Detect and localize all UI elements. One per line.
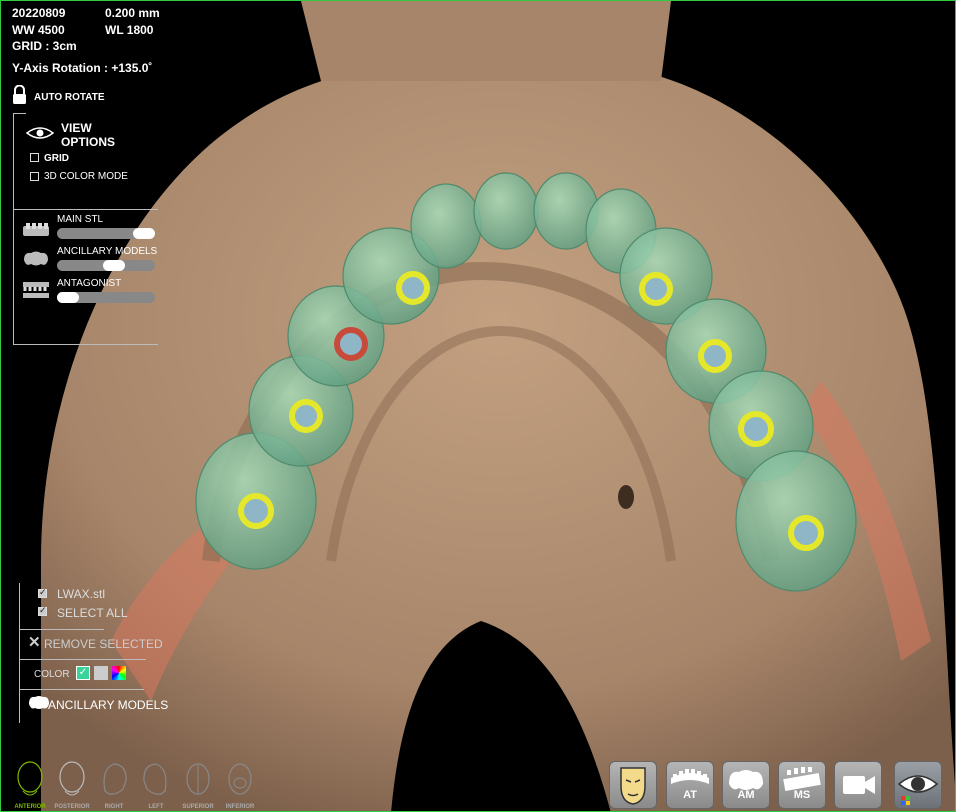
y-axis-rotation: Y-Axis Rotation : +135.0˚ bbox=[12, 61, 153, 75]
slice-thickness: 0.200 mm bbox=[105, 6, 160, 20]
grid-size: GRID : 3cm bbox=[12, 39, 77, 53]
slider-knob[interactable] bbox=[133, 228, 155, 239]
window-width: WW 4500 bbox=[12, 23, 65, 37]
3d-viewport[interactable]: 20220809 WW 4500 GRID : 3cm 0.200 mm WL … bbox=[0, 0, 956, 812]
view-label: LEFT bbox=[148, 804, 164, 810]
3d-color-mode-checkbox[interactable] bbox=[30, 172, 39, 181]
view-label: ANTERIOR bbox=[14, 804, 46, 810]
eye-icon bbox=[25, 127, 55, 139]
main-stl-opacity-slider[interactable] bbox=[57, 228, 155, 239]
slider-knob[interactable] bbox=[57, 292, 79, 303]
ancillary-models-button-label: ANCILLARY MODELS bbox=[48, 698, 169, 712]
view-options-title: OPTIONS bbox=[61, 135, 116, 149]
ancillary-models-button[interactable]: ANCILLARY MODELS bbox=[28, 695, 178, 719]
view-options-panel: VIEW OPTIONS GRID 3D COLOR MODE MAIN STL… bbox=[13, 113, 158, 345]
view-superior-button[interactable]: SUPERIOR bbox=[179, 761, 217, 810]
view-label: RIGHT bbox=[104, 804, 124, 810]
ancillary-models-label: ANCILLARY MODELS bbox=[57, 246, 158, 257]
close-icon: ✕ bbox=[28, 634, 41, 651]
grid-label: GRID bbox=[44, 153, 69, 164]
eye-icon bbox=[897, 775, 939, 805]
main-stl-icon bbox=[23, 223, 49, 236]
panel-divider bbox=[20, 659, 146, 660]
ancillary-models-icon bbox=[29, 696, 49, 709]
view-inferior-button[interactable]: INFERIOR bbox=[221, 761, 259, 810]
color-swatch-green[interactable]: ✓ bbox=[76, 666, 90, 680]
view-label: POSTERIOR bbox=[54, 804, 90, 810]
head-superior-icon bbox=[186, 763, 210, 795]
video-camera-icon bbox=[843, 776, 875, 794]
color-label: COLOR bbox=[34, 669, 70, 680]
main-scan-button[interactable]: MS bbox=[778, 761, 826, 809]
head-posterior-icon bbox=[59, 761, 85, 796]
grid-checkbox[interactable] bbox=[30, 153, 39, 162]
auto-rotate-toggle[interactable]: AUTO ROTATE bbox=[12, 85, 122, 107]
panel-divider bbox=[20, 629, 104, 630]
panel-divider bbox=[14, 209, 158, 210]
ancillary-model-button[interactable]: AM bbox=[722, 761, 770, 809]
at-label: AT bbox=[683, 789, 697, 801]
am-label: AM bbox=[737, 789, 755, 801]
ancillary-models-icon bbox=[24, 251, 48, 266]
view-label: INFERIOR bbox=[225, 804, 255, 810]
scan-date: 20220809 bbox=[12, 6, 66, 20]
head-inferior-icon bbox=[228, 763, 252, 795]
antagonist-opacity-slider[interactable] bbox=[57, 292, 155, 303]
record-video-button[interactable] bbox=[834, 761, 882, 809]
color-picker-swatch[interactable] bbox=[112, 666, 126, 680]
antagonist-toggle-button[interactable]: AT bbox=[666, 761, 714, 809]
face-mask-button[interactable] bbox=[609, 761, 657, 809]
view-right-button[interactable]: RIGHT bbox=[95, 761, 133, 810]
panel-border bbox=[14, 344, 158, 345]
select-all-checkbox[interactable] bbox=[38, 605, 47, 616]
ancillary-opacity-slider[interactable] bbox=[57, 260, 155, 271]
window-level: WL 1800 bbox=[105, 23, 154, 37]
antagonist-icon bbox=[23, 282, 49, 298]
face-mask-icon bbox=[620, 767, 646, 805]
visibility-options-button[interactable] bbox=[894, 761, 942, 809]
3d-color-mode-label: 3D COLOR MODE bbox=[44, 171, 128, 182]
panel-divider bbox=[20, 689, 144, 690]
antagonist-label: ANTAGONIST bbox=[57, 278, 122, 289]
remove-selected-button[interactable]: ✕ REMOVE SELECTED bbox=[26, 634, 166, 653]
lwax-item-label[interactable]: LWAX.stl bbox=[57, 587, 105, 601]
remove-selected-label: REMOVE SELECTED bbox=[44, 637, 163, 651]
view-anterior-button[interactable]: ANTERIOR bbox=[11, 761, 49, 810]
color-swatch-gray[interactable] bbox=[94, 666, 108, 680]
select-all-label[interactable]: SELECT ALL bbox=[57, 606, 128, 620]
slider-knob[interactable] bbox=[103, 260, 125, 271]
lwax-checkbox[interactable] bbox=[38, 587, 47, 598]
view-label: SUPERIOR bbox=[182, 804, 214, 810]
padlock-icon bbox=[13, 85, 26, 104]
head-anterior-icon bbox=[17, 761, 43, 796]
head-left-icon bbox=[143, 763, 167, 795]
main-stl-label: MAIN STL bbox=[57, 214, 104, 225]
ms-label: MS bbox=[793, 789, 811, 801]
view-options-title: VIEW bbox=[61, 121, 92, 135]
auto-rotate-label: AUTO ROTATE bbox=[34, 92, 105, 103]
view-posterior-button[interactable]: POSTERIOR bbox=[53, 761, 91, 810]
view-left-button[interactable]: LEFT bbox=[137, 761, 175, 810]
ancillary-list-panel: LWAX.stl SELECT ALL ✕ REMOVE SELECTED CO… bbox=[19, 583, 170, 723]
head-right-icon bbox=[103, 763, 127, 795]
panel-border bbox=[14, 113, 26, 114]
